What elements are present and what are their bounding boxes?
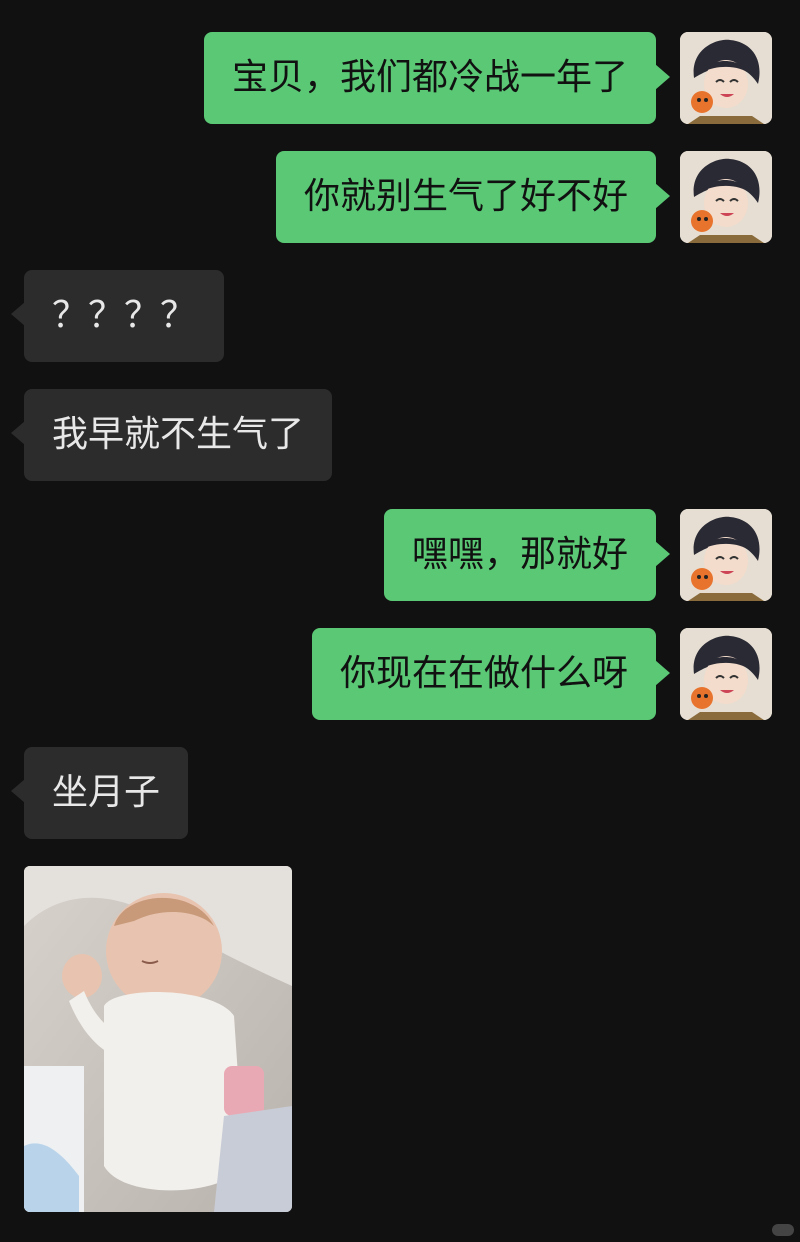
incoming-message-bubble[interactable]: ？？？？ — [10, 270, 225, 362]
avatar-icon[interactable] — [680, 509, 772, 601]
avatar-icon[interactable] — [680, 32, 772, 124]
message-row-outgoing: 宝贝，我们都冷战一年了 — [0, 32, 800, 124]
message-row-incoming: 我早就不生气了 — [0, 389, 800, 481]
outgoing-message-bubble[interactable]: 嘿嘿，那就好 — [383, 509, 671, 601]
outgoing-message-bubble[interactable]: 你现在在做什么呀 — [311, 628, 671, 720]
avatar-icon[interactable] — [680, 628, 772, 720]
incoming-message-bubble[interactable]: 我早就不生气了 — [10, 389, 333, 481]
message-row-incoming: 坐月子 — [0, 747, 800, 839]
chat-view: 宝贝，我们都冷战一年了 你就别生气了好不好 ？？？？ 我早就不生气了 嘿嘿，那就… — [0, 0, 800, 1242]
avatar-icon[interactable] — [680, 151, 772, 243]
message-row-incoming: ？？？？ — [0, 270, 800, 362]
incoming-message-bubble[interactable]: 坐月子 — [10, 747, 189, 839]
message-row-outgoing: 你就别生气了好不好 — [0, 151, 800, 243]
watermark-badge — [772, 1224, 794, 1236]
outgoing-message-bubble[interactable]: 宝贝，我们都冷战一年了 — [203, 32, 671, 124]
outgoing-message-bubble[interactable]: 你就别生气了好不好 — [275, 151, 671, 243]
image-message-baby-photo[interactable] — [24, 866, 292, 1212]
message-row-outgoing: 嘿嘿，那就好 — [0, 509, 800, 601]
message-row-outgoing: 你现在在做什么呀 — [0, 628, 800, 720]
